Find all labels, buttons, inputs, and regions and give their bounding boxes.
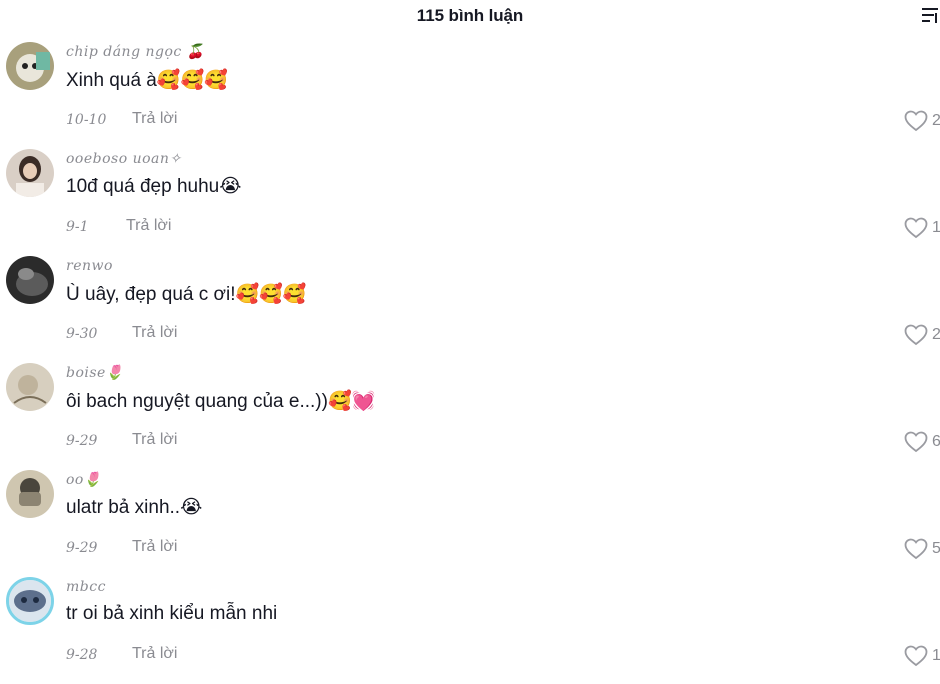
comment-text: Xinh quá à🥰🥰🥰 (66, 70, 228, 91)
comment-text: ôi bach nguyệt quang của e...))🥰💓 (66, 391, 376, 412)
like-count: 1 (932, 647, 940, 664)
avatar[interactable] (6, 149, 54, 197)
heart-icon[interactable] (904, 538, 928, 560)
comment-username[interactable]: chip dáng ngọc 🍒 (66, 44, 205, 60)
comment-item: boise🌷 ôi bach nguyệt quang của e...))🥰💓 9… (0, 363, 940, 470)
comment-count-title: 115 bình luận (416, 6, 524, 25)
comment-username[interactable]: mbcc (66, 579, 106, 595)
reply-button[interactable]: Trả lời (132, 645, 177, 663)
avatar[interactable] (6, 470, 54, 518)
comment-timestamp: 10-10 (66, 112, 107, 128)
avatar[interactable] (6, 42, 54, 90)
comment-timestamp: 9-29 (66, 433, 98, 449)
reply-button[interactable]: Trả lời (132, 538, 177, 556)
heart-icon[interactable] (904, 217, 928, 239)
avatar[interactable] (6, 256, 54, 304)
comment-item: oo🌷 ulatr bả xinh..😭 9-29 Trả lời 5 (0, 470, 940, 577)
comment-text: tr oi bả xinh kiểu mẫn nhi (66, 603, 278, 624)
comment-username[interactable]: renwo (66, 258, 113, 274)
sort-lines-icon[interactable] (920, 5, 940, 25)
comment-text: Ù uây, đẹp quá c ơi!🥰🥰🥰 (66, 284, 307, 305)
comment-timestamp: 9-28 (66, 647, 98, 663)
heart-icon[interactable] (904, 645, 928, 667)
comment-item: ooeboso uoan✧ 10đ quá đẹp huhu😭 9-1 Trả lời… (0, 149, 940, 256)
reply-button[interactable]: Trả lời (132, 324, 177, 342)
reply-button[interactable]: Trả lời (132, 110, 177, 128)
comment-username[interactable]: ooeboso uoan✧ (66, 151, 182, 167)
like-count: 2 (932, 112, 940, 129)
comments-header: 115 bình luận (0, 0, 940, 32)
avatar[interactable] (6, 363, 54, 411)
like-count: 2 (932, 326, 940, 343)
heart-icon[interactable] (904, 324, 928, 346)
avatar[interactable] (6, 577, 54, 625)
like-count: 6 (932, 433, 940, 450)
comment-text: 10đ quá đẹp huhu😭 (66, 176, 242, 197)
comment-item: renwo Ù uây, đẹp quá c ơi!🥰🥰🥰 9-30 Trả lời 2 (0, 256, 940, 363)
reply-button[interactable]: Trả lời (132, 431, 177, 449)
comment-text: ulatr bả xinh..😭 (66, 497, 203, 518)
heart-icon[interactable] (904, 431, 928, 453)
comment-username[interactable]: boise🌷 (66, 365, 124, 381)
comment-timestamp: 9-30 (66, 326, 98, 342)
heart-icon[interactable] (904, 110, 928, 132)
like-count: 1 (932, 219, 940, 236)
comment-username[interactable]: oo🌷 (66, 472, 102, 488)
reply-button[interactable]: Trả lời (126, 217, 171, 235)
comment-timestamp: 9-1 (66, 219, 89, 235)
like-count: 5 (932, 540, 940, 557)
comment-item: chip dáng ngọc 🍒 Xinh quá à🥰🥰🥰 10-10 Trả lờ… (0, 42, 940, 149)
comment-timestamp: 9-29 (66, 540, 98, 556)
comment-item: mbcc tr oi bả xinh kiểu mẫn nhi 9-28 Trả lờ… (0, 577, 940, 684)
